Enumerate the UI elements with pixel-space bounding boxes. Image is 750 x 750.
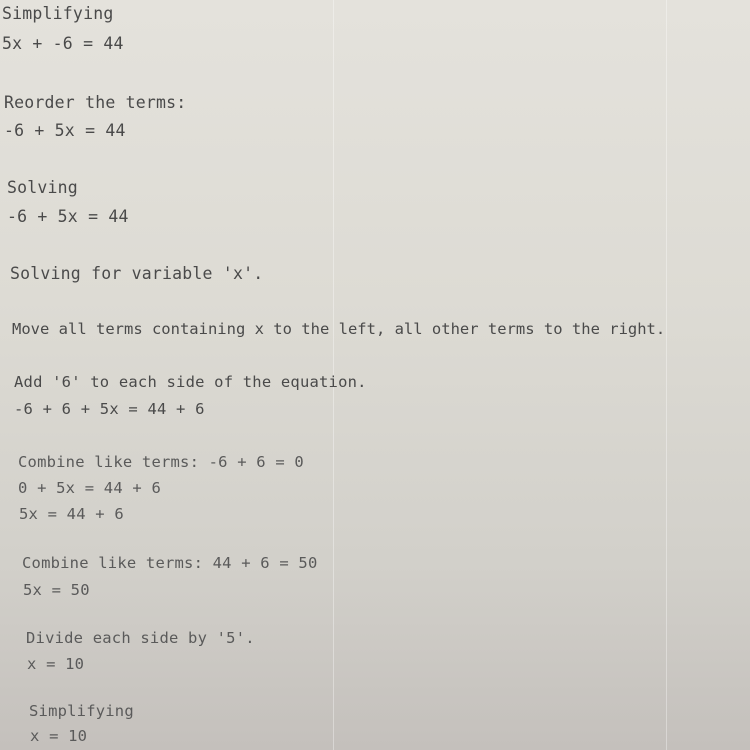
screen-seam xyxy=(666,0,667,750)
equation-line: 5x = 50 xyxy=(23,581,90,599)
step-heading: Move all terms containing x to the left,… xyxy=(12,320,666,338)
equation-line: x = 10 xyxy=(27,655,85,673)
step-heading: Reorder the terms: xyxy=(4,93,187,112)
step-heading: Solving for variable 'x'. xyxy=(10,264,264,283)
equation-line: -6 + 6 + 5x = 44 + 6 xyxy=(14,400,205,418)
solution-screen: Simplifying 5x + -6 = 44 Reorder the ter… xyxy=(0,0,750,750)
equation-line: 5x = 44 + 6 xyxy=(19,505,124,523)
equation-line: -6 + 5x = 44 xyxy=(7,207,129,226)
equation-line: 0 + 5x = 44 + 6 xyxy=(18,479,161,497)
step-heading: Add '6' to each side of the equation. xyxy=(14,373,367,391)
step-heading: Combine like terms: -6 + 6 = 0 xyxy=(18,453,304,471)
equation-line: -6 + 5x = 44 xyxy=(4,121,126,140)
step-heading: Simplifying xyxy=(29,702,134,720)
equation-line: x = 10 xyxy=(30,727,88,745)
step-heading: Solving xyxy=(7,178,78,197)
equation-line: 5x + -6 = 44 xyxy=(2,34,124,53)
step-heading: Combine like terms: 44 + 6 = 50 xyxy=(22,554,318,572)
step-heading: Simplifying xyxy=(2,4,114,23)
step-heading: Divide each side by '5'. xyxy=(26,629,255,647)
